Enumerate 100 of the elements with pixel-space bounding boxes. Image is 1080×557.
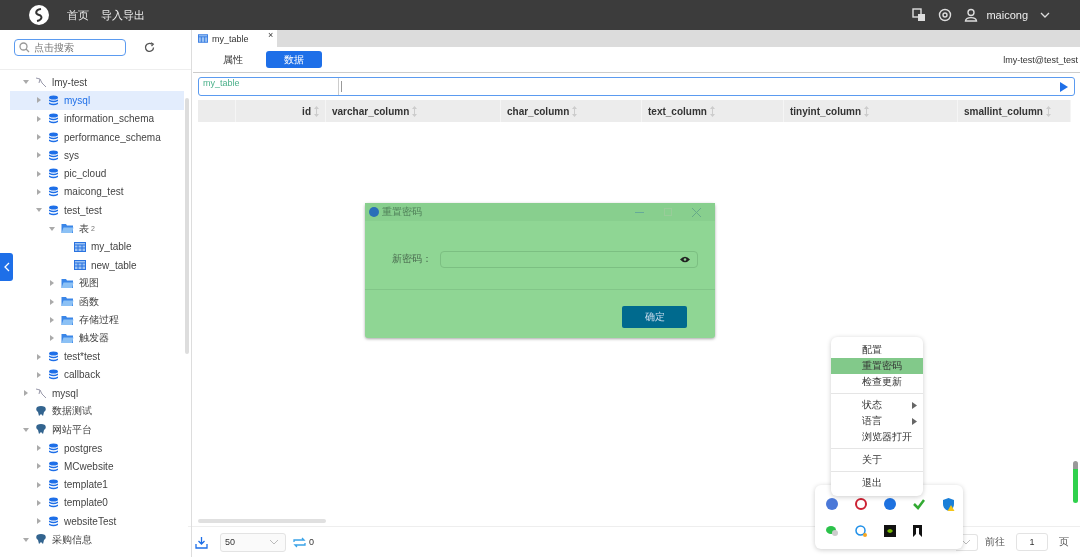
tree-item[interactable]: template1 [10, 475, 184, 494]
sort-icon[interactable] [709, 105, 715, 117]
tree-label: template0 [64, 497, 108, 509]
sort-icon[interactable] [412, 105, 418, 117]
user-name[interactable]: maicong [986, 9, 1028, 21]
menu-item[interactable]: 浏览器打开 [831, 429, 923, 449]
translate-icon[interactable] [912, 8, 927, 22]
check-icon[interactable] [913, 497, 925, 510]
close-icon[interactable] [692, 207, 701, 217]
tree-item[interactable]: new_table [10, 255, 184, 275]
menu-item[interactable]: 语言 [831, 413, 923, 429]
refresh-icon[interactable] [144, 41, 155, 53]
shield-icon[interactable] [942, 497, 955, 511]
caret-right-icon[interactable] [49, 280, 55, 287]
tree-item[interactable]: mysql [10, 384, 184, 403]
sort-icon[interactable] [572, 105, 578, 117]
tree-item[interactable]: postgres [10, 438, 184, 458]
tree-item[interactable]: mysql [10, 91, 184, 110]
chevron-down-icon[interactable] [1040, 11, 1050, 19]
caret-right-icon[interactable] [36, 353, 42, 360]
caret-right-icon[interactable] [36, 170, 42, 177]
caret-right-icon[interactable] [36, 134, 42, 141]
tree-item[interactable]: 函数 [10, 292, 184, 311]
caret-right-icon[interactable] [49, 335, 55, 342]
caret-right-icon[interactable] [36, 481, 42, 488]
tab[interactable]: 数据 [266, 51, 322, 68]
sort-icon[interactable] [1045, 105, 1051, 117]
tree-item[interactable]: performance_schema [10, 127, 184, 147]
caret-right-icon[interactable] [36, 188, 42, 195]
chat-icon[interactable] [826, 524, 838, 536]
caret-right-icon[interactable] [36, 152, 42, 159]
caret-right-icon[interactable] [36, 371, 42, 378]
tree-item[interactable]: maicong_test [10, 182, 184, 202]
scrollbar[interactable] [1073, 461, 1078, 503]
run-icon[interactable] [1060, 81, 1068, 92]
column-header[interactable]: id [302, 105, 311, 117]
bookmark-icon[interactable] [913, 524, 922, 537]
sort-icon[interactable] [864, 105, 870, 117]
caret-right-icon[interactable] [36, 499, 42, 506]
caret-down-icon[interactable] [36, 207, 42, 214]
tree-item[interactable]: callback [10, 365, 184, 385]
tree-item[interactable]: 视图 [10, 274, 184, 293]
search-field[interactable]: 点击搜索 [14, 38, 126, 56]
tree-item[interactable]: 网站平台 [10, 420, 184, 439]
caret-right-icon[interactable] [36, 445, 42, 452]
menu-item[interactable]: 检查更新 [831, 374, 923, 394]
caret-down-icon[interactable] [49, 225, 55, 232]
tree-item[interactable]: pic_cloud [10, 164, 184, 183]
field-label: 新密码： [392, 252, 432, 266]
password-field[interactable] [440, 250, 698, 268]
chevron-left-icon[interactable] [3, 262, 10, 272]
settings-icon[interactable] [938, 8, 953, 22]
caret-right-icon[interactable] [36, 97, 42, 104]
caret-right-icon[interactable] [36, 115, 42, 122]
tree-item[interactable]: websiteTest [10, 512, 184, 531]
close-tab-button[interactable]: × [264, 30, 278, 47]
tree-item[interactable]: sys [10, 146, 184, 165]
caret-down-icon[interactable] [23, 536, 29, 543]
tree-item[interactable]: MCwebsite [10, 457, 184, 476]
caret-right-icon[interactable] [36, 463, 42, 470]
tree-item[interactable]: test_test [10, 201, 184, 220]
caret-right-icon[interactable] [49, 298, 55, 305]
menu-item[interactable]: 配置 [831, 342, 923, 358]
tree-item[interactable]: my_table [10, 237, 184, 256]
tree-item[interactable]: 数据测试 [10, 402, 184, 421]
sort-icon[interactable] [314, 105, 319, 117]
menu-item[interactable]: 状态 [831, 397, 923, 413]
menu-item[interactable]: 退出 [831, 475, 923, 491]
column-header[interactable]: varchar_column [332, 105, 410, 117]
column-header[interactable]: tinyint_column [790, 105, 862, 117]
tree-item[interactable]: lmy-test [10, 73, 184, 92]
tab[interactable]: 属性 [218, 51, 248, 68]
download-icon[interactable] [195, 535, 208, 549]
confirm-button[interactable]: 确定 [622, 306, 687, 328]
tree-item[interactable]: template0 [10, 493, 184, 513]
user-icon[interactable] [964, 8, 979, 22]
row-count: 0 [309, 537, 314, 547]
eye-icon[interactable] [680, 255, 690, 263]
page-input[interactable]: 1 [1016, 533, 1048, 551]
page-size-select[interactable]: 50 [220, 532, 286, 552]
column-header[interactable]: smallint_column [964, 105, 1043, 117]
column-header[interactable]: char_column [507, 105, 570, 117]
tree-item[interactable]: 采购信息 [10, 530, 184, 549]
nav-link[interactable]: 首页 [67, 7, 89, 23]
caret-right-icon[interactable] [49, 317, 55, 323]
menu-item[interactable]: 重置密码 [831, 358, 923, 374]
collapse-sidebar-button[interactable] [0, 253, 13, 281]
caret-right-icon[interactable] [36, 518, 42, 525]
column-header[interactable]: text_column [648, 105, 707, 117]
caret-down-icon[interactable] [23, 426, 29, 433]
tree-item[interactable]: information_schema [10, 109, 184, 128]
caret-down-icon[interactable] [23, 79, 29, 86]
tree-item[interactable]: test*test [10, 347, 184, 366]
tree-item[interactable]: 触发器 [10, 329, 184, 348]
app-icon[interactable] [884, 524, 896, 537]
menu-item[interactable]: 关于 [831, 452, 923, 472]
chat-icon[interactable] [855, 524, 867, 537]
caret-right-icon[interactable] [23, 390, 29, 397]
tree-item[interactable]: 存储过程 [10, 310, 184, 330]
nav-link[interactable]: 导入导出 [101, 7, 145, 23]
